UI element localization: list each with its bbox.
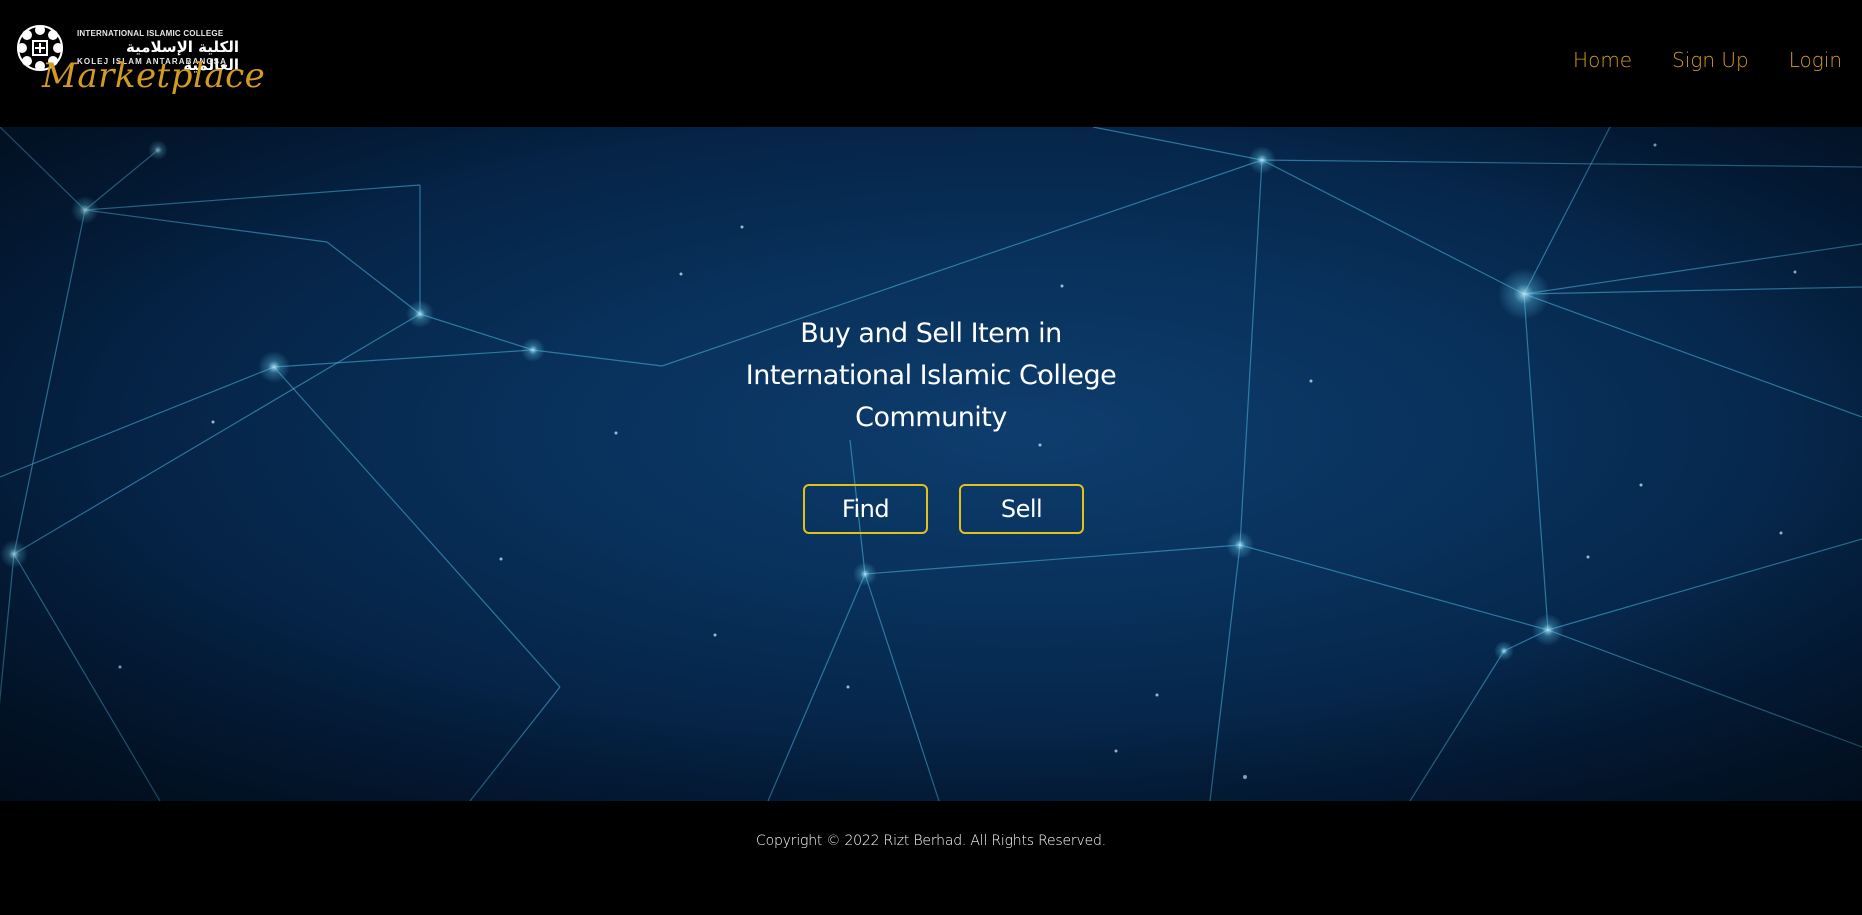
hero-heading: Buy and Sell Item in International Islam… <box>631 313 1231 439</box>
site-header: INTERNATIONAL ISLAMIC COLLEGE الكلية الإ… <box>0 0 1862 127</box>
sell-button[interactable]: Sell <box>959 484 1084 534</box>
hero-heading-line: International Islamic College <box>745 360 1117 391</box>
copyright-text: Copyright © 2022 Rizt Berhad. All Rights… <box>756 833 1106 849</box>
hero-actions: Find Sell <box>803 484 1084 534</box>
main-nav: Home Sign Up Login <box>1573 48 1842 72</box>
hero-heading-line: Community <box>855 402 1007 433</box>
nav-signup-link[interactable]: Sign Up <box>1672 48 1749 72</box>
network-background <box>0 127 1862 801</box>
site-logo[interactable]: INTERNATIONAL ISLAMIC COLLEGE الكلية الإ… <box>14 22 265 104</box>
find-button[interactable]: Find <box>803 484 928 534</box>
hero-banner: Buy and Sell Item in International Islam… <box>0 127 1862 801</box>
logo-marketplace-script: Marketplace <box>42 56 266 96</box>
hero-heading-line: Buy and Sell Item in <box>800 318 1062 349</box>
nav-login-link[interactable]: Login <box>1789 48 1842 72</box>
nav-home-link[interactable]: Home <box>1573 48 1632 72</box>
logo-english-text: INTERNATIONAL ISLAMIC COLLEGE <box>77 29 224 38</box>
site-footer: Copyright © 2022 Rizt Berhad. All Rights… <box>0 801 1862 915</box>
